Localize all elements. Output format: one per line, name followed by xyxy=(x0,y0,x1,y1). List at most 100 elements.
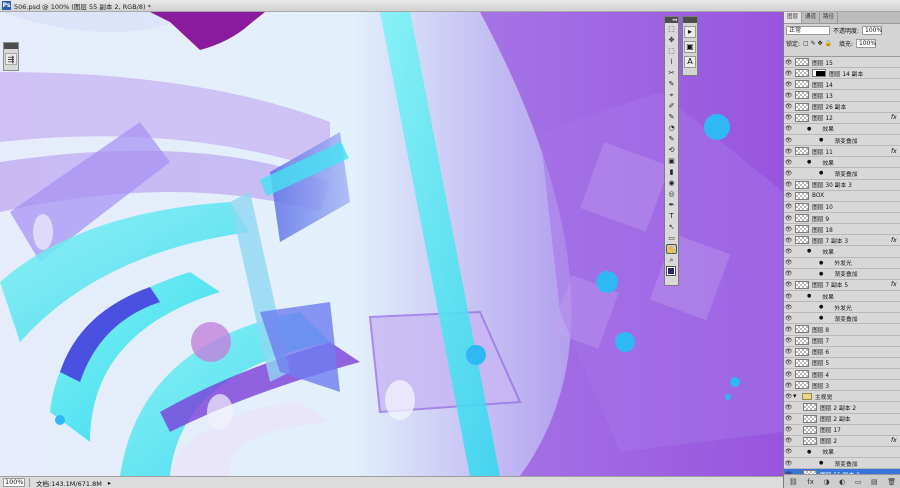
visibility-eye-icon[interactable]: 👁 xyxy=(784,248,793,255)
effect-eye-icon[interactable]: ● xyxy=(819,260,823,266)
visibility-eye-icon[interactable]: 👁 xyxy=(784,159,793,166)
effect-eye-icon[interactable]: ● xyxy=(819,315,823,321)
visibility-eye-icon[interactable]: 👁 xyxy=(784,203,793,210)
fx-icon[interactable]: fx xyxy=(891,148,900,155)
layer-row[interactable]: 👁 图层 5 xyxy=(784,357,900,369)
visibility-eye-icon[interactable]: 👁 xyxy=(784,170,793,177)
effect-eye-icon[interactable]: ● xyxy=(819,460,823,466)
effect-eye-icon[interactable]: ● xyxy=(807,126,811,132)
visibility-eye-icon[interactable]: 👁 xyxy=(784,59,793,66)
layer-effect-row[interactable]: 👁 ● 效果 xyxy=(784,123,900,135)
options-icon[interactable]: ⇶ xyxy=(5,53,17,65)
layer-effect-row[interactable]: 👁 ● 效果 xyxy=(784,157,900,169)
tool-19[interactable]: ▭ xyxy=(666,233,677,243)
layer-row[interactable]: 👁 图层 6 xyxy=(784,346,900,358)
layer-row[interactable]: 👁 图层 26 副本 xyxy=(784,101,900,113)
tool-15[interactable]: ◎ xyxy=(666,189,677,199)
tool-8[interactable]: ✎ xyxy=(666,112,677,122)
layers-footer-icon-5[interactable]: ▤ xyxy=(871,478,878,486)
tool-16[interactable]: ✒ xyxy=(666,200,677,210)
layer-row[interactable]: 👁 图层 7 副本 5 fx xyxy=(784,279,900,291)
layer-effect-row[interactable]: 👁 ● 渐变叠加 xyxy=(784,313,900,325)
layer-effect-row[interactable]: 👁 ● 效果 xyxy=(784,290,900,303)
tab-layers[interactable]: 图层 xyxy=(784,12,803,23)
visibility-eye-icon[interactable]: 👁 xyxy=(784,125,793,132)
info-panel-icon[interactable]: ▸ xyxy=(684,26,696,38)
tool-1[interactable]: ✥ xyxy=(666,35,677,45)
visibility-eye-icon[interactable]: 👁 xyxy=(784,393,793,400)
layers-panel[interactable]: 图层 通道 路径 正常 不透明度: 100% 锁定: ▢ ✎ ✥ 🔒 填充: 1… xyxy=(783,12,900,488)
tool-0[interactable]: ⬚ xyxy=(666,24,677,34)
visibility-eye-icon[interactable]: 👁 xyxy=(784,148,793,155)
visibility-eye-icon[interactable]: 👁 xyxy=(784,259,793,266)
lock-icons[interactable]: ▢ ✎ ✥ 🔒 xyxy=(803,40,832,47)
visibility-eye-icon[interactable]: 👁 xyxy=(784,437,793,444)
layer-row[interactable]: 👁 图层 30 副本 3 xyxy=(784,179,900,191)
layers-footer-icon-3[interactable]: ◐ xyxy=(839,478,845,486)
panel-dock[interactable]: ▸ ▣ A xyxy=(682,16,698,76)
visibility-eye-icon[interactable]: 👁 xyxy=(784,315,793,322)
collapsed-panel[interactable]: ⇶ xyxy=(3,42,19,71)
tool-5[interactable]: ✎ xyxy=(666,79,677,89)
fx-icon[interactable]: fx xyxy=(891,437,900,444)
visibility-eye-icon[interactable]: 👁 xyxy=(784,382,793,389)
fill-field[interactable]: 100% xyxy=(855,39,876,48)
fx-icon[interactable]: fx xyxy=(891,114,900,121)
tool-21[interactable]: ⌕ xyxy=(666,255,677,265)
effect-eye-icon[interactable]: ● xyxy=(819,137,823,143)
visibility-eye-icon[interactable]: 👁 xyxy=(784,137,793,144)
tool-2[interactable]: ⬚ xyxy=(666,46,677,56)
layers-footer-icon-0[interactable]: ⛓ xyxy=(789,478,798,486)
layer-row[interactable]: 👁 图层 10 xyxy=(784,201,900,213)
visibility-eye-icon[interactable]: 👁 xyxy=(784,114,793,121)
visibility-eye-icon[interactable]: 👁 xyxy=(784,404,793,411)
layer-row[interactable]: 👁 图层 8 xyxy=(784,324,900,336)
toolbox[interactable]: ◂◂ ⬚ ✥ ⬚ ⌇ ✂ ✎ ⌖ ✐ ✎ ◔ ✎ ⟲ ▣ ▮ ◉ ◎ ✒ T ↖ ▭ ✋ ⌕ xyxy=(664,16,679,286)
layer-row[interactable]: 👁 图层 7 副本 3 fx xyxy=(784,235,900,247)
navigator-panel-icon[interactable]: ▣ xyxy=(684,41,696,53)
visibility-eye-icon[interactable]: 👁 xyxy=(784,359,793,366)
tool-14[interactable]: ◉ xyxy=(666,178,677,188)
layer-effect-row[interactable]: 👁 ● 效果 xyxy=(784,246,900,258)
layer-effect-row[interactable]: 👁 ● 渐变叠加 xyxy=(784,268,900,280)
document-titlebar[interactable]: Ps 506.psd @ 100% (图层 55 副本 2, RGB/8) * xyxy=(0,0,900,12)
layer-row[interactable]: 👁 图层 14 xyxy=(784,79,900,91)
tool-7[interactable]: ✐ xyxy=(666,101,677,111)
layer-row[interactable]: 👁 图层 2 副本 xyxy=(784,413,900,425)
tool-10[interactable]: ✎ xyxy=(666,134,677,144)
layers-footer-icon-6[interactable]: 🗑 xyxy=(887,478,896,486)
tool-4[interactable]: ✂ xyxy=(666,68,677,78)
zoom-field[interactable]: 100% xyxy=(3,478,25,487)
layer-row[interactable]: 👁 图层 17 xyxy=(784,424,900,436)
layer-row[interactable]: 👁 图层 3 xyxy=(784,380,900,392)
visibility-eye-icon[interactable]: 👁 xyxy=(784,226,793,233)
layer-row[interactable]: 👁 BOX xyxy=(784,190,900,202)
layer-row[interactable]: 👁 图层 14 副本 xyxy=(784,68,900,80)
visibility-eye-icon[interactable]: 👁 xyxy=(784,371,793,378)
layer-group-row[interactable]: 👁 ▾ 主视觉 xyxy=(784,391,900,403)
fx-icon[interactable]: fx xyxy=(891,281,900,288)
visibility-eye-icon[interactable]: 👁 xyxy=(784,448,793,455)
layer-row[interactable]: 👁 图层 2 副本 2 xyxy=(784,402,900,414)
layer-row[interactable]: 👁 图层 4 xyxy=(784,368,900,381)
effect-eye-icon[interactable]: ● xyxy=(819,271,823,277)
effect-eye-icon[interactable]: ● xyxy=(819,170,823,176)
opacity-field[interactable]: 100% xyxy=(862,26,882,35)
effect-eye-icon[interactable]: ● xyxy=(807,248,811,254)
layer-effect-row[interactable]: 👁 ● 渐变叠加 xyxy=(784,168,900,180)
layer-row[interactable]: 👁 图层 9 xyxy=(784,212,900,225)
visibility-eye-icon[interactable]: 👁 xyxy=(784,92,793,99)
visibility-eye-icon[interactable]: 👁 xyxy=(784,192,793,199)
visibility-eye-icon[interactable]: 👁 xyxy=(784,103,793,110)
layer-effect-row[interactable]: 👁 ● 外发光 xyxy=(784,302,900,314)
visibility-eye-icon[interactable]: 👁 xyxy=(784,304,793,311)
layer-row[interactable]: 👁 图层 7 xyxy=(784,335,900,347)
visibility-eye-icon[interactable]: 👁 xyxy=(784,281,793,288)
visibility-eye-icon[interactable]: 👁 xyxy=(784,270,793,277)
layer-effect-row[interactable]: 👁 ● 渐变叠加 xyxy=(784,458,900,470)
visibility-eye-icon[interactable]: 👁 xyxy=(784,81,793,88)
character-panel-icon[interactable]: A xyxy=(684,56,696,68)
visibility-eye-icon[interactable]: 👁 xyxy=(784,293,793,300)
layer-row[interactable]: 👁 图层 18 xyxy=(784,224,900,236)
tool-12[interactable]: ▣ xyxy=(666,156,677,166)
